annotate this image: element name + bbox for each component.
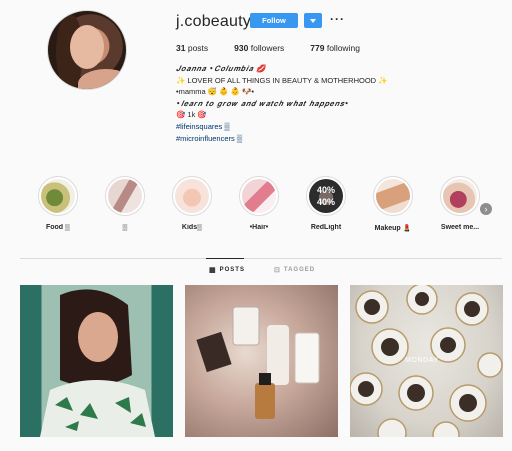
tabs-divider xyxy=(20,258,502,259)
profile-avatar[interactable] xyxy=(47,10,127,90)
bio-tagline: ✨ LOVER OF ALL THINGS IN BEAUTY & MOTHER… xyxy=(176,75,388,85)
highlight-food-cover xyxy=(41,179,75,213)
profile-bio: 𝑱𝒐𝒂𝒏𝒏𝒂 •𝑪𝒐𝒍𝒖𝒎𝒃𝒊𝒂 💋 ✨ LOVER OF ALL THINGS… xyxy=(176,63,388,144)
highlight-2[interactable]: ▒ xyxy=(96,176,154,231)
post-thumbnail-3[interactable]: MONDAY xyxy=(350,285,503,437)
highlight-sweet-me-cover xyxy=(443,179,477,213)
grid-icon: ▦ xyxy=(209,267,217,274)
bio-goal-line: 🎯 1k 🎯 xyxy=(176,110,207,120)
profile-username: j.cobeauty xyxy=(176,13,251,30)
avatar-face xyxy=(70,25,104,69)
highlight-redlight-text: 40% 40% xyxy=(316,185,335,207)
bio-grow-line: •𝒍𝒆𝒂𝒓𝒏 𝒕𝒐 𝒈𝒓𝒐𝒘 𝒂𝒏𝒅 𝒘𝒂𝒕𝒄𝒉 𝒘𝒉𝒂𝒕 𝒉𝒂𝒑𝒑𝒆𝒏𝒔• xyxy=(176,98,350,108)
tab-tagged[interactable]: ⊡ TAGGED xyxy=(274,266,315,274)
post-1-image xyxy=(40,289,155,437)
highlight-hair-cover xyxy=(242,179,276,213)
post-thumbnail-2[interactable] xyxy=(185,285,338,437)
highlight-makeup[interactable]: Makeup 💄 xyxy=(364,176,422,232)
highlight-2-cover xyxy=(108,179,142,213)
highlight-sweet-me[interactable]: Sweet me... xyxy=(431,176,489,231)
profile-stats: 31 posts 930 followers 779 following xyxy=(176,43,386,53)
tab-tagged-label: TAGGED xyxy=(283,267,316,273)
bio-mamma-line: •mamma 😴 👶 👶 🐶• xyxy=(176,87,255,97)
highlight-hair[interactable]: •Hair• xyxy=(230,176,288,231)
tab-posts-label: POSTS xyxy=(219,267,245,273)
follow-button[interactable]: Follow xyxy=(250,13,298,28)
tab-posts[interactable]: ▦ POSTS xyxy=(209,266,245,274)
suggestions-dropdown-button[interactable] xyxy=(304,13,322,28)
bio-name-line: 𝑱𝒐𝒂𝒏𝒏𝒂 •𝑪𝒐𝒍𝒖𝒎𝒃𝒊𝒂 💋 xyxy=(176,64,267,73)
chevron-down-icon xyxy=(310,18,316,23)
hashtag-microinfluencers[interactable]: #microinfluencers ▒ xyxy=(176,133,388,145)
post-2-image xyxy=(196,306,320,419)
avatar-shoulder xyxy=(78,69,126,89)
highlight-food[interactable]: Food ▒ xyxy=(29,176,87,231)
highlight-redlight[interactable]: 40% 40% RedLight xyxy=(297,176,355,231)
chevron-right-icon[interactable]: › xyxy=(480,203,492,215)
highlight-kids-cover xyxy=(175,179,209,213)
tag-icon: ⊡ xyxy=(274,267,281,274)
post-thumbnail-1[interactable] xyxy=(20,285,173,437)
stat-followers[interactable]: 930 followers xyxy=(234,43,284,53)
stat-posts: 31 posts xyxy=(176,43,209,53)
highlight-makeup-cover xyxy=(376,179,410,213)
active-tab-indicator xyxy=(206,258,244,259)
highlight-kids[interactable]: Kids▒ xyxy=(163,176,221,231)
hashtag-lifeinsquares[interactable]: #lifeinsquares ▒ xyxy=(176,121,388,133)
stat-following[interactable]: 779 following xyxy=(310,43,360,53)
post-3-overlay-text: MONDAY xyxy=(405,357,439,364)
story-highlights: Food ▒ ▒ Kids▒ •Hair• 40% 40% RedLight M… xyxy=(29,176,491,238)
options-button[interactable]: ··· xyxy=(330,12,345,27)
highlight-redlight-cover: 40% 40% xyxy=(309,179,343,213)
